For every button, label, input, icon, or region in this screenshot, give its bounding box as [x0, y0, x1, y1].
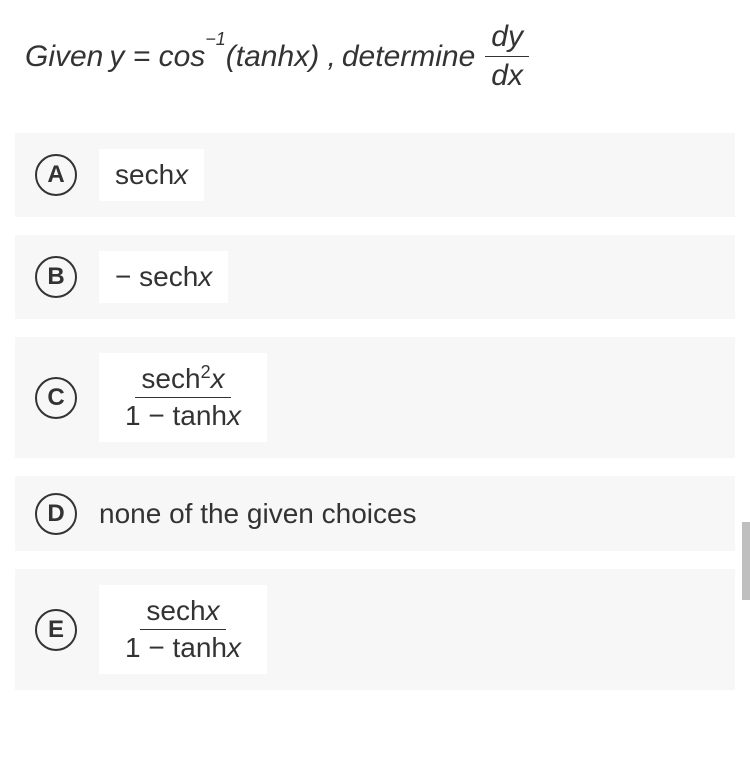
option-letter-a: A: [35, 154, 77, 196]
frac-num: dy: [485, 20, 529, 57]
option-c-num: sech2x: [135, 363, 230, 398]
verb-determine: determine: [342, 40, 475, 74]
option-d[interactable]: D none of the given choices: [15, 476, 735, 551]
option-b[interactable]: B − sechx: [15, 235, 735, 319]
cos: cos: [159, 40, 206, 73]
equals: =: [133, 40, 159, 73]
none-text: none of the given choices: [99, 498, 417, 530]
scrollbar-thumb[interactable]: [742, 522, 750, 600]
close-paren: ) ,: [309, 40, 336, 73]
option-letter-e: E: [35, 609, 77, 651]
option-c[interactable]: C sech2x 1 − tanhx: [15, 337, 735, 458]
option-letter-b: B: [35, 256, 77, 298]
option-a[interactable]: A sechx: [15, 133, 735, 217]
option-e-num: sechx: [140, 595, 225, 630]
superscript-neg1: −1: [205, 29, 226, 49]
option-c-den: 1 − tanhx: [119, 398, 247, 432]
option-letter-d: D: [35, 493, 77, 535]
neg-sechx-text: − sechx: [115, 261, 212, 293]
open-paren: (tanh: [226, 40, 294, 73]
option-e[interactable]: E sechx 1 − tanhx: [15, 569, 735, 690]
question-prefix: Given: [25, 40, 103, 74]
option-b-answer: − sechx: [99, 251, 228, 303]
option-d-answer: none of the given choices: [99, 498, 417, 530]
option-a-answer: sechx: [99, 149, 204, 201]
var-x: x: [294, 40, 309, 73]
question-stem: Given y = cos−1(tanhx) , determine dy dx: [15, 20, 735, 93]
sechx-text: sechx: [115, 159, 188, 191]
dy-dx-fraction: dy dx: [485, 20, 529, 93]
option-letter-c: C: [35, 377, 77, 419]
option-e-answer: sechx 1 − tanhx: [99, 585, 267, 674]
option-c-answer: sech2x 1 − tanhx: [99, 353, 267, 442]
expr-y: y: [109, 40, 124, 73]
option-e-den: 1 − tanhx: [119, 630, 247, 664]
frac-den: dx: [485, 57, 529, 93]
options-list: A sechx B − sechx C sech2x 1 − tanhx D n…: [15, 133, 735, 690]
